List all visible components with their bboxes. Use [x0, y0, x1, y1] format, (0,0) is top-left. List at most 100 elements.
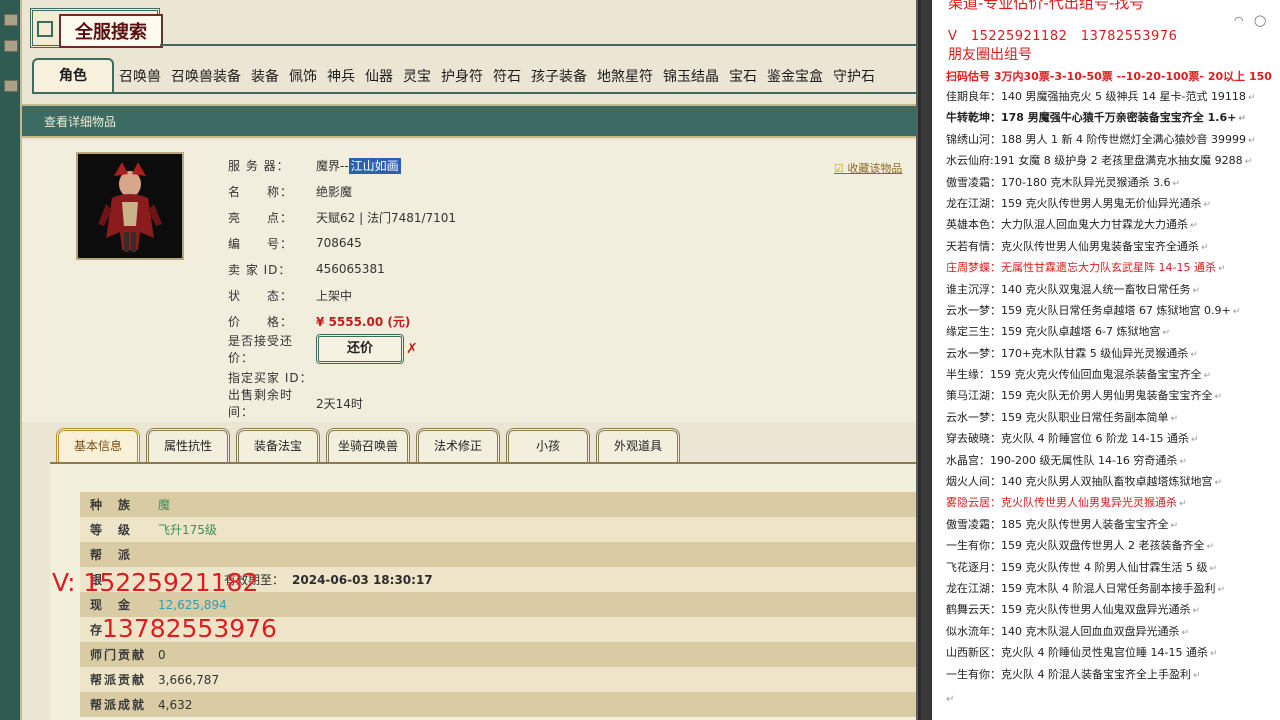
- paragraph-mark-icon: ↵: [1170, 520, 1179, 531]
- category-tab[interactable]: 宝石: [724, 62, 762, 92]
- stat-value: 4,632: [158, 697, 193, 712]
- character-portrait: [76, 152, 184, 260]
- paragraph-mark-icon: ↵: [1217, 584, 1226, 595]
- document-panel: 渠道-专业估价-代出组号-找号 ◠ ◯ V 15225921182 137825…: [932, 0, 1280, 720]
- field-highlight: 亮 点： 天赋62 | 法门7481/7101: [228, 210, 457, 225]
- paragraph-mark-icon: ↵: [1190, 349, 1198, 360]
- stat-value: 飞升175级: [158, 523, 217, 537]
- doc-line: 锦绣山河：188 男人 1 新 4 阶传世燃灯全满心猿妙音 39999 ↵: [946, 132, 1256, 146]
- doc-line: 牛转乾坤：178 男魔强牛心猿千万亲密装备宝宝齐全 1.6+ ↵: [946, 111, 1246, 125]
- category-tab[interactable]: 鉴金宝盒: [762, 62, 828, 92]
- paragraph-mark-icon: ↵: [1203, 371, 1212, 382]
- scrollbar[interactable]: [921, 0, 931, 720]
- counter-offer-button[interactable]: 还价: [316, 334, 404, 364]
- doc-line: 水云仙府:191 女魔 8 级护身 2 老孩里盘满克水抽女魔 9288 ↵: [946, 154, 1253, 168]
- category-tab[interactable]: 神兵: [322, 62, 360, 92]
- category-tab[interactable]: 守护石: [828, 62, 880, 92]
- doc-phone: V 15225921182 13782553976: [948, 29, 1178, 44]
- doc-line: 佳期良年：140 男魔强抽克火 5 级神兵 14 星卡-范式 19118 ↵: [946, 90, 1256, 103]
- sub-tab[interactable]: 小孩: [506, 428, 590, 462]
- category-tab[interactable]: 佩饰: [284, 62, 322, 92]
- stat-row: 种 族魔: [80, 492, 916, 517]
- stat-value: 12,625,894: [158, 597, 227, 612]
- doc-line: 穿去破晓：克火队 4 阶睡宫位 6 阶龙 14-15 通杀 ↵: [946, 432, 1199, 446]
- paragraph-mark-icon: ↵: [1203, 199, 1212, 210]
- field-seller-id: 卖 家 ID： 456065381: [228, 262, 385, 277]
- category-tab[interactable]: 护身符: [436, 62, 488, 92]
- doc-title: 渠道-专业估价-代出组号-找号: [948, 0, 1145, 12]
- left-rail: [0, 0, 22, 720]
- category-tab[interactable]: 地煞星符: [592, 62, 658, 92]
- rail-button[interactable]: [4, 40, 18, 52]
- favorite-icon: ☑: [834, 162, 844, 175]
- paragraph-mark-icon: ↵: [1192, 285, 1201, 296]
- paragraph-mark-icon: ↵: [1192, 606, 1201, 617]
- stat-value: 魔: [158, 498, 171, 512]
- sub-tab[interactable]: 坐骑召唤兽: [326, 428, 410, 462]
- category-tab[interactable]: 角色: [32, 58, 114, 92]
- paragraph-mark-icon: ↵: [1179, 456, 1187, 467]
- server-name-selected[interactable]: 江山如画: [348, 157, 401, 174]
- stat-row: 帮派贡献 3,666,787: [80, 667, 916, 692]
- paragraph-mark-icon: ↵: [1170, 413, 1179, 424]
- stat-row: 帮派成就 4,632: [80, 692, 916, 717]
- stat-label: 等 级: [90, 523, 133, 537]
- doc-line: 云水一梦：170+克木队甘霖 5 级仙异光灵猴通杀 ↵: [946, 346, 1198, 360]
- doc-lines: 佳期良年：140 男魔强抽克火 5 级神兵 14 星卡-范式 19118 ↵ 牛转乾…: [946, 86, 1280, 685]
- stat-label: 师门贡献: [90, 648, 147, 662]
- paragraph-mark-icon: ↵: [1162, 328, 1170, 339]
- category-tab[interactable]: 灵宝: [398, 62, 436, 92]
- category-tab[interactable]: 孩子装备: [526, 62, 592, 92]
- doc-line: 一生有你：159 克火队双盘传世男人 2 老孩装备齐全 ↵: [946, 539, 1215, 553]
- price-value: ¥ 5555.00 (元): [316, 314, 411, 329]
- category-tab[interactable]: 装备: [246, 62, 284, 92]
- minimize-icon[interactable]: ◠: [1234, 14, 1248, 27]
- paragraph-mark-icon: ↵: [1172, 178, 1180, 189]
- stat-label: 帮派贡献: [90, 673, 147, 687]
- category-tab[interactable]: 召唤兽: [114, 62, 166, 92]
- doc-line: 云水一梦：159 克火队日常任务卓越塔 67 炼狱地宫 0.9+ ↵: [946, 303, 1241, 317]
- character-figure-icon: [78, 154, 182, 258]
- favorite-link[interactable]: ☑ 收藏该物品: [834, 160, 902, 176]
- paragraph-mark-icon: ↵: [1214, 478, 1223, 489]
- paragraph-mark-icon: ↵: [1206, 542, 1215, 553]
- stat-row: 等 级 飞升175级: [80, 517, 916, 542]
- category-tab[interactable]: 符石: [488, 62, 526, 92]
- paragraph-mark-icon: ↵: [1214, 392, 1223, 403]
- paragraph-mark-icon: ↵: [1247, 93, 1256, 103]
- field-server: 服 务 器： 魔界-- 江山如画: [228, 157, 401, 174]
- doc-line: 天若有情：克火队传世男人仙男鬼装备宝宝齐全通杀 ↵: [946, 239, 1209, 253]
- close-icon[interactable]: ✗: [406, 341, 418, 357]
- category-tab[interactable]: 仙器: [360, 62, 398, 92]
- doc-line: 龙在江湖：159 克木队 4 阶混人日常任务副本接手盈利 ↵: [946, 581, 1226, 595]
- sub-tab[interactable]: 法术修正: [416, 428, 500, 462]
- rail-button[interactable]: [4, 14, 18, 26]
- rail-button[interactable]: [4, 80, 18, 92]
- sub-tab[interactable]: 基本信息: [56, 428, 140, 462]
- stat-label: 帮 派: [90, 548, 133, 562]
- stat-label: 帮派成就: [90, 698, 147, 712]
- watermark-line-2: 13782553976: [102, 614, 277, 643]
- doc-line: 龙在江湖：159 克火队传世男人男鬼无价仙异光通杀 ↵: [946, 196, 1212, 210]
- field-time-left: 出售剩余时间： 2天14时: [228, 388, 363, 419]
- doc-line: 傲雪凌霜：170-180 克木队异光灵猴通杀 3.6 ↵: [946, 175, 1180, 189]
- window-divider: [916, 0, 932, 720]
- doc-line: 傲雪凌霜：185 克火队传世男人装备宝宝齐全 ↵: [946, 517, 1179, 531]
- doc-line: 水晶宫：190-200 级无属性队 14-16 穷奇通杀 ↵: [946, 453, 1187, 467]
- paragraph-mark-icon: ↵: [1247, 135, 1256, 146]
- sub-tab[interactable]: 属性抗性: [146, 428, 230, 462]
- paragraph-mark-icon: ↵: [946, 694, 955, 705]
- field-price: 价 格： ¥ 5555.00 (元): [228, 314, 411, 329]
- sub-tab[interactable]: 装备法宝: [236, 428, 320, 462]
- category-tab[interactable]: 锦玉结晶: [658, 62, 724, 92]
- category-tab[interactable]: 召唤兽装备: [166, 62, 246, 92]
- restore-icon[interactable]: ◯: [1254, 14, 1268, 27]
- stat-label: 现 金: [90, 598, 133, 612]
- title-divider: [160, 44, 916, 46]
- sub-tab[interactable]: 外观道具: [596, 428, 680, 462]
- doc-line: 谁主沉浮：140 克火队双鬼混人统一畜牧日常任务 ↵: [946, 282, 1201, 296]
- item-info-panel: 服 务 器： 魔界-- 江山如画 名 称： 绝影魔 亮 点： 天赋62 | 法门7…: [22, 140, 916, 422]
- game-window: 全服搜索 角色 召唤兽 召唤兽装备 装备 佩饰 神兵 仙器 灵宝 护身符 符石 孩子装备 地煞星符 锦玉…: [0, 0, 916, 720]
- category-tabs: 角色 召唤兽 召唤兽装备 装备 佩饰 神兵 仙器 灵宝 护身符 符石 孩子装备 地煞星符 锦玉结晶 宝石鉴…: [32, 58, 916, 94]
- doc-price-line: 扫码估号 3万内30票-3-10-50票 --10-20-100票- 20以上 …: [946, 70, 1272, 83]
